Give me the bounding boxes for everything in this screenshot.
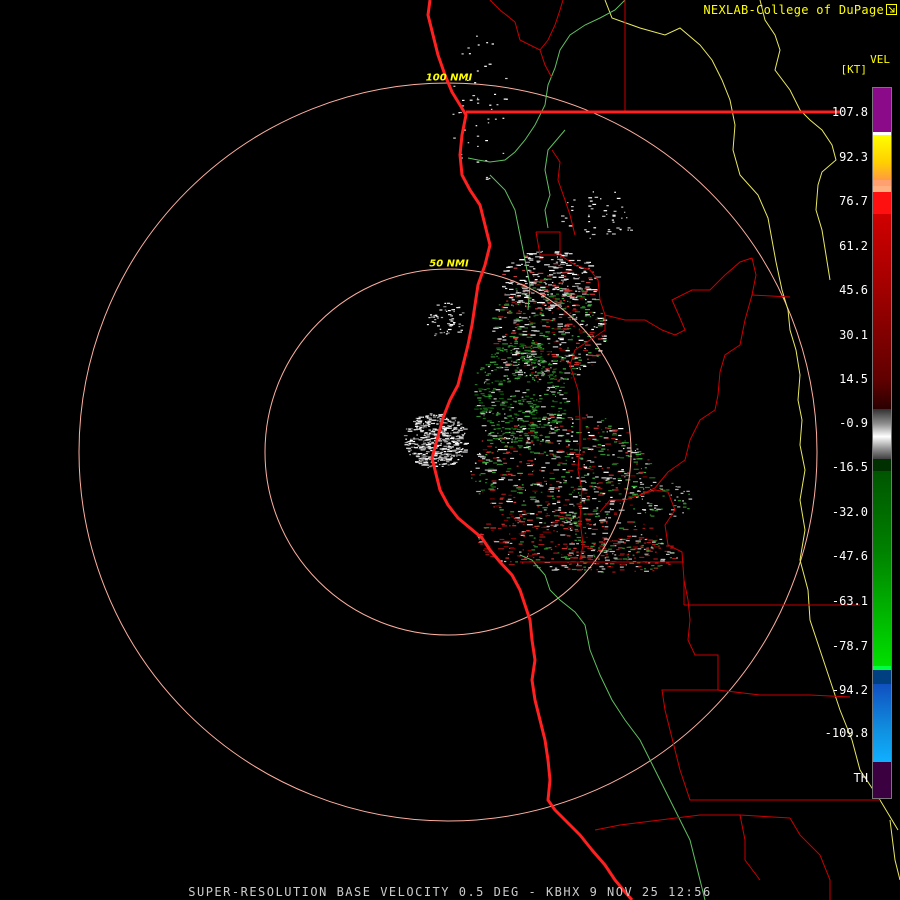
radar-map — [0, 0, 900, 900]
legend-tick-label: 45.6 — [839, 283, 868, 297]
legend-tick-label: -109.8 — [824, 726, 868, 740]
velocity-color-scale — [872, 87, 892, 799]
legend-tick-label: 107.8 — [831, 105, 868, 119]
legend-tick-label: 14.5 — [839, 372, 868, 386]
legend-tick-label: -94.2 — [831, 683, 868, 697]
legend-tick-label: 92.3 — [839, 150, 868, 164]
legend-tick-label: -16.5 — [831, 460, 868, 474]
legend-tick-label: 61.2 — [839, 239, 868, 253]
corner-arrow-icon — [886, 4, 897, 15]
legend-tick-label: 30.1 — [839, 328, 868, 342]
product-title: SUPER-RESOLUTION BASE VELOCITY 0.5 DEG -… — [188, 885, 712, 899]
legend-tick-label: -47.6 — [831, 549, 868, 563]
credit-text: NEXLAB-College of DuPage — [703, 3, 884, 17]
legend-tick-label: TH — [853, 771, 868, 785]
legend-tick-label: -32.0 — [831, 505, 868, 519]
legend-tick-label: -63.1 — [831, 594, 868, 608]
range-label-100nmi: 100 NMI — [425, 72, 473, 84]
legend-tick-label: -0.9 — [839, 416, 868, 430]
legend-units: [KT] — [840, 63, 868, 76]
range-label-50nmi: 50 NMI — [429, 258, 469, 270]
legend-tick-label: -78.7 — [831, 639, 868, 653]
legend-product: VEL — [870, 53, 890, 66]
legend-tick-label: 76.7 — [839, 194, 868, 208]
